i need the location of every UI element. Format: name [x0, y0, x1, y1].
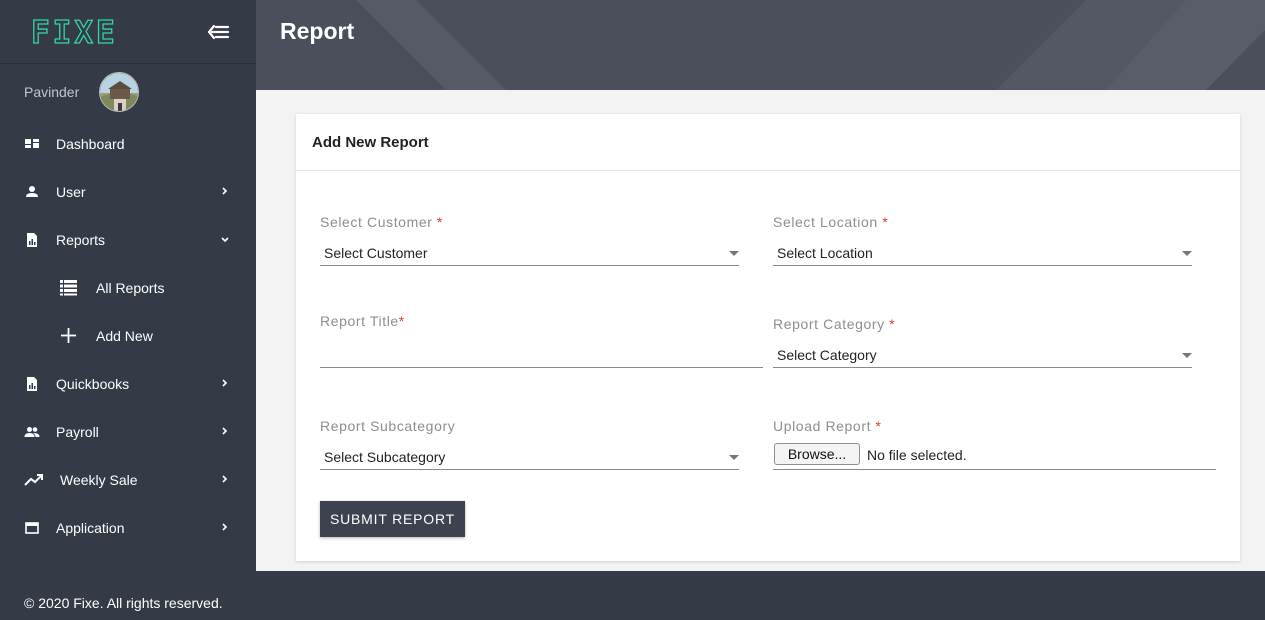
- submit-report-button[interactable]: SUBMIT REPORT: [320, 501, 465, 537]
- page-header: Report: [256, 0, 1265, 90]
- category-select[interactable]: Select Category: [773, 342, 1192, 368]
- upload-label: Upload Report: [773, 418, 872, 434]
- plus-icon: [59, 326, 78, 345]
- dropdown-caret-icon: [1182, 353, 1192, 358]
- required-mark: *: [882, 214, 889, 230]
- fixe-logo[interactable]: FIXE: [30, 14, 118, 51]
- sidebar-item-label: Payroll: [56, 424, 99, 440]
- chevron-right-icon: [218, 376, 232, 390]
- document-icon: [24, 376, 40, 392]
- card-title: Add New Report: [312, 134, 429, 151]
- report-title-input[interactable]: [320, 342, 763, 366]
- sidebar-item-label: Application: [56, 520, 125, 536]
- report-title-field: Report Title*: [320, 313, 404, 331]
- upload-field: Upload Report *: [773, 418, 882, 436]
- sidebar-item-label: Quickbooks: [56, 376, 130, 392]
- report-title-label: Report Title: [320, 313, 399, 329]
- sidebar-item-user[interactable]: User: [0, 168, 256, 216]
- customer-field: Select Customer *: [320, 214, 443, 232]
- file-upload: Browse... No file selected.: [773, 442, 1216, 470]
- collapse-sidebar-icon[interactable]: [206, 20, 232, 44]
- browse-button[interactable]: Browse...: [774, 443, 860, 465]
- copyright-text: © 2020 Fixe. All rights reserved.: [24, 595, 223, 611]
- subcategory-label: Report Subcategory: [320, 418, 456, 434]
- required-mark: *: [889, 316, 896, 332]
- dropdown-caret-icon: [729, 455, 739, 460]
- customer-select[interactable]: Select Customer: [320, 240, 739, 266]
- window-icon: [24, 520, 40, 536]
- sidebar: FIXE Pavinder Dashboard User Reports All…: [0, 0, 256, 571]
- sidebar-item-label: User: [56, 184, 86, 200]
- card-header: Add New Report: [296, 114, 1240, 171]
- chevron-down-icon: [218, 232, 232, 246]
- footer: © 2020 Fixe. All rights reserved.: [0, 571, 1265, 620]
- subcategory-field: Report Subcategory: [320, 418, 455, 436]
- user-name: Pavinder: [24, 84, 80, 100]
- sidebar-item-all-reports[interactable]: All Reports: [0, 264, 256, 312]
- dropdown-caret-icon: [1182, 251, 1192, 256]
- required-mark: *: [875, 418, 882, 434]
- person-icon: [24, 184, 40, 200]
- location-field: Select Location *: [773, 214, 888, 232]
- chevron-right-icon: [218, 472, 232, 486]
- required-mark: *: [436, 214, 443, 230]
- sidebar-item-application[interactable]: Application: [0, 504, 256, 552]
- required-mark: *: [398, 313, 405, 329]
- list-icon: [59, 278, 78, 297]
- page-title: Report: [280, 18, 355, 44]
- category-label: Report Category: [773, 316, 885, 332]
- sidebar-item-reports[interactable]: Reports: [0, 216, 256, 264]
- category-field: Report Category *: [773, 316, 895, 334]
- brand-bar: FIXE: [0, 0, 256, 64]
- sidebar-item-weekly-sale[interactable]: Weekly Sale: [0, 456, 256, 504]
- dashboard-icon: [24, 136, 40, 152]
- sidebar-nav: Dashboard User Reports All Reports Add N…: [0, 120, 256, 552]
- add-report-card: Add New Report Select Customer * Select …: [296, 114, 1240, 561]
- chevron-right-icon: [218, 520, 232, 534]
- customer-label: Select Customer: [320, 214, 433, 230]
- user-profile: Pavinder: [0, 64, 256, 120]
- subcategory-select[interactable]: Select Subcategory: [320, 444, 739, 470]
- file-status: No file selected.: [867, 447, 967, 463]
- sidebar-item-label: Dashboard: [56, 136, 125, 152]
- sidebar-item-label: Weekly Sale: [60, 472, 138, 488]
- people-icon: [24, 424, 40, 440]
- sidebar-item-add-new[interactable]: Add New: [0, 312, 256, 360]
- dropdown-caret-icon: [729, 251, 739, 256]
- sidebar-item-label: Add New: [96, 328, 153, 344]
- customer-select-value: Select Customer: [324, 245, 428, 261]
- sidebar-item-payroll[interactable]: Payroll: [0, 408, 256, 456]
- avatar[interactable]: [99, 72, 139, 112]
- header-background: [256, 0, 1265, 90]
- chevron-right-icon: [218, 424, 232, 438]
- report-title-input-wrap: [320, 342, 763, 368]
- subcategory-select-value: Select Subcategory: [324, 449, 446, 465]
- sidebar-item-quickbooks[interactable]: Quickbooks: [0, 360, 256, 408]
- location-select-value: Select Location: [777, 245, 873, 261]
- location-label: Select Location: [773, 214, 878, 230]
- location-select[interactable]: Select Location: [773, 240, 1192, 266]
- chevron-right-icon: [218, 184, 232, 198]
- sidebar-item-label: All Reports: [96, 280, 165, 296]
- report-icon: [24, 232, 40, 248]
- sidebar-item-dashboard[interactable]: Dashboard: [0, 120, 256, 168]
- sidebar-item-label: Reports: [56, 232, 106, 248]
- category-select-value: Select Category: [777, 347, 877, 363]
- trending-up-icon: [24, 472, 44, 488]
